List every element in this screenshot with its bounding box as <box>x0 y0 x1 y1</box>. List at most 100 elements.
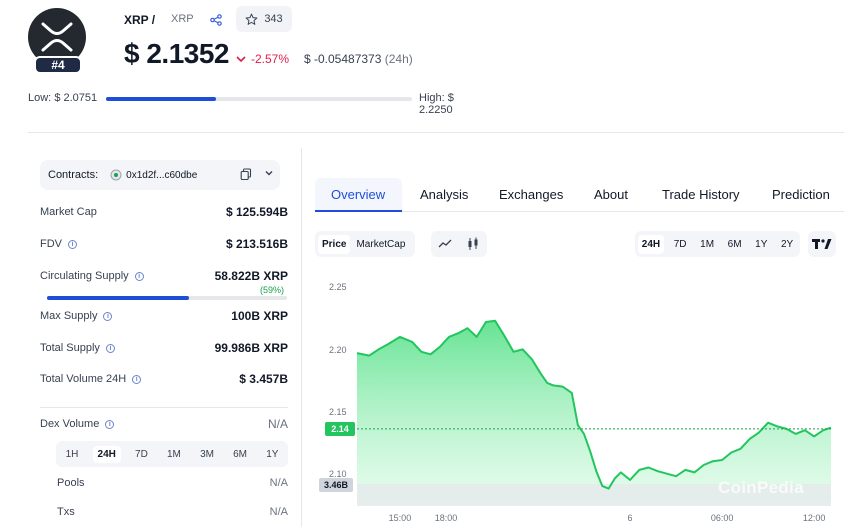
stat-label: Total Volume 24H <box>40 373 127 385</box>
contracts-selector[interactable]: Contracts: 0x1d2f...c60dbe <box>40 160 280 190</box>
range-high-label: High: <box>419 92 445 104</box>
info-icon[interactable]: i <box>68 239 77 249</box>
chart-type-toggle <box>431 231 487 257</box>
stat-label: Max Supply <box>40 310 98 322</box>
period-24h[interactable]: 24H <box>637 234 665 254</box>
y-tick-label: 2.20 <box>329 344 347 355</box>
tab-about[interactable]: About <box>594 187 628 202</box>
current-price: $ 2.1352 <box>124 38 230 69</box>
stat-circulating-supply: Circulating Supply i 58.822B XRP <box>40 268 288 284</box>
dex-period-7d[interactable]: 7D <box>130 446 153 463</box>
coinpedia-watermark: CoinPedia <box>718 478 804 497</box>
stat-total-volume: Total Volume 24H i $ 3.457B <box>40 371 288 387</box>
day-range: Low: $ 2.0751 High: $ 2.2250 <box>28 92 488 116</box>
dex-volume-label: Dex Volume <box>40 418 100 430</box>
range-bar <box>106 97 412 101</box>
chevron-down-icon[interactable] <box>264 168 274 181</box>
stat-value: $ 125.594B <box>225 205 288 219</box>
period-7d[interactable]: 7D <box>670 235 691 254</box>
stat-max-supply: Max Supply i 100B XRP <box>40 308 288 324</box>
period-1y[interactable]: 1Y <box>751 235 771 254</box>
star-icon <box>245 13 258 25</box>
chart-mode-toggle: Price MarketCap <box>315 231 415 257</box>
stat-total-supply: Total Supply i 99.986B XRP <box>40 340 288 356</box>
info-icon[interactable]: i <box>103 311 113 321</box>
dex-txs: Txs N/A <box>57 506 288 518</box>
x-tick-label: 12:00 <box>802 513 826 523</box>
chevron-down-icon <box>236 55 246 62</box>
period-2y[interactable]: 2Y <box>777 235 797 254</box>
stat-market-cap: Market Cap $ 125.594B <box>40 204 288 220</box>
tab-analysis[interactable]: Analysis <box>420 187 468 202</box>
dex-period-1m[interactable]: 1M <box>162 446 186 463</box>
tab-overview[interactable]: Overview <box>331 187 385 202</box>
chain-icon <box>110 169 122 181</box>
txs-value: N/A <box>269 506 288 518</box>
price-chart[interactable]: 2.25 2.20 2.15 2.10 15:00 18:00 6 06:00 12:00 2… <box>315 266 844 527</box>
candlestick-icon[interactable] <box>466 237 480 251</box>
tab-prediction[interactable]: Prediction <box>772 187 830 202</box>
x-tick-label: 6 <box>627 513 633 523</box>
stat-label: Market Cap <box>40 206 97 218</box>
info-icon[interactable]: i <box>134 271 144 281</box>
stat-label: Circulating Supply <box>40 270 129 282</box>
change-percent-value: -2.57% <box>251 52 290 66</box>
x-tick-label: 18:00 <box>434 513 458 523</box>
coin-tabs: Overview Analysis Exchanges About Trade … <box>315 178 844 212</box>
stats-divider <box>40 407 288 408</box>
y-tick-label: 2.15 <box>329 406 347 417</box>
info-icon[interactable]: i <box>105 419 115 429</box>
coin-symbol: XRP <box>171 13 194 25</box>
dex-period-1h[interactable]: 1H <box>61 446 84 463</box>
dex-period-6m[interactable]: 6M <box>228 446 252 463</box>
watchlist-button[interactable]: 343 <box>236 6 292 32</box>
period-6m[interactable]: 6M <box>724 235 746 254</box>
mode-price[interactable]: Price <box>318 234 351 254</box>
x-tick-label: 06:00 <box>710 513 734 523</box>
dex-period-1y[interactable]: 1Y <box>261 446 283 463</box>
price-change-percent: -2.57% <box>236 52 289 66</box>
stat-value: 58.822B XRP <box>214 269 288 283</box>
range-low: Low: $ 2.0751 <box>28 92 97 104</box>
stat-value: $ 213.516B <box>225 237 288 251</box>
mode-marketcap[interactable]: MarketCap <box>352 235 409 254</box>
circulating-bar <box>47 296 287 300</box>
dex-period-tabs: 1H 24H 7D 1M 3M 6M 1Y <box>56 441 288 467</box>
watchlist-count: 343 <box>264 13 283 25</box>
tab-trade-history[interactable]: Trade History <box>662 187 740 202</box>
dex-period-24h[interactable]: 24H <box>92 445 121 463</box>
contract-address-text: 0x1d2f...c60dbe <box>126 169 198 181</box>
stat-value: $ 3.457B <box>239 372 288 386</box>
stat-label: FDV <box>40 238 62 250</box>
info-icon[interactable]: i <box>105 343 115 353</box>
period-1m[interactable]: 1M <box>696 235 718 254</box>
range-bar-fill <box>106 97 217 101</box>
range-low-label: Low: <box>28 92 52 104</box>
active-tab-underline <box>315 210 402 212</box>
dex-volume-value: N/A <box>267 417 288 431</box>
stat-value: 99.986B XRP <box>214 341 288 355</box>
copy-icon[interactable] <box>240 168 252 183</box>
current-price-marker: 2.14 <box>325 421 355 436</box>
panel-separator <box>301 148 302 527</box>
change-absolute-value: $ -0.05487373 <box>304 52 382 66</box>
tradingview-icon[interactable] <box>808 231 836 257</box>
tab-exchanges[interactable]: Exchanges <box>499 187 563 202</box>
contracts-label: Contracts: <box>48 169 99 181</box>
stat-value: 100B XRP <box>231 309 288 323</box>
range-low-value: $ 2.0751 <box>54 92 98 104</box>
coin-name: XRP / <box>124 13 156 27</box>
dex-pools: Pools N/A <box>57 477 288 489</box>
dex-volume: Dex Volume i N/A <box>40 416 288 432</box>
header-divider <box>28 132 844 133</box>
y-tick-label: 2.25 <box>329 282 347 293</box>
line-chart-icon[interactable] <box>438 239 452 249</box>
x-tick-label: 15:00 <box>388 513 412 523</box>
info-icon[interactable]: i <box>132 374 142 384</box>
contract-address[interactable]: 0x1d2f...c60dbe <box>110 169 197 181</box>
chart-period-tabs: 24H 7D 1M 6M 1Y 2Y <box>635 231 800 257</box>
dex-period-3m[interactable]: 3M <box>195 446 219 463</box>
txs-label: Txs <box>57 506 75 518</box>
share-button[interactable] <box>208 12 224 28</box>
price-change-absolute: $ -0.05487373 (24h) <box>304 52 413 66</box>
